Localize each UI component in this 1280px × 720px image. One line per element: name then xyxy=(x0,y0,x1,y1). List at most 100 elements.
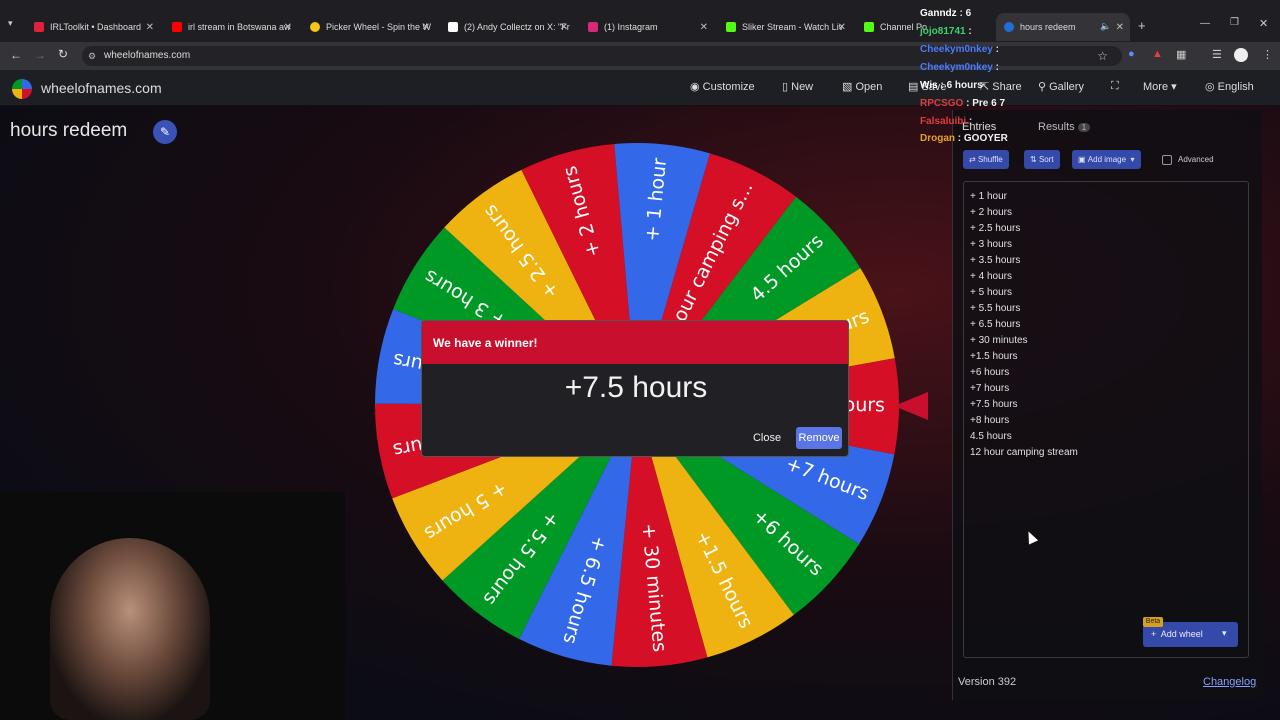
advanced-checkbox[interactable] xyxy=(1162,155,1172,165)
edit-title-button[interactable]: ✎ xyxy=(153,120,177,144)
chat-message: Cheekym0nkey : xyxy=(920,62,999,73)
results-count-badge: 1 xyxy=(1077,123,1091,132)
entry-line: + 6.5 hours xyxy=(970,319,1021,330)
tab-favicon-icon xyxy=(310,22,320,32)
close-tab-icon[interactable]: ✕ xyxy=(422,22,430,33)
chat-message: Drogan : GOOYER xyxy=(920,133,1008,144)
beta-badge: Beta xyxy=(1143,617,1163,627)
close-tab-icon[interactable]: ✕ xyxy=(838,22,846,33)
webcam-overlay xyxy=(0,492,345,720)
globe-icon: ◎ xyxy=(1205,81,1215,93)
winner-text: +7.5 hours xyxy=(564,371,708,404)
tab-favicon-icon xyxy=(588,22,598,32)
save-icon: ▤ xyxy=(908,81,919,93)
close-window-icon[interactable]: ✕ xyxy=(1259,17,1268,30)
tab-instagram[interactable]: (1) Instagram ✕ xyxy=(580,13,714,41)
streamer-video xyxy=(50,538,210,720)
tab-results[interactable]: Results 1 xyxy=(1038,121,1091,133)
page-title[interactable]: hours redeem xyxy=(10,120,127,142)
shuffle-button[interactable]: ⇄ Shuffle xyxy=(963,150,1009,169)
wheel-pointer-icon xyxy=(894,392,928,420)
search-icon: ⚲ xyxy=(1038,81,1047,93)
share-button[interactable]: ⇱ Share xyxy=(980,80,1022,93)
chat-separator: : xyxy=(965,26,972,37)
new-button[interactable]: ▯ New xyxy=(782,80,813,93)
version-label: Version 392 xyxy=(958,676,1017,688)
tab-youtube[interactable]: irl stream in Botswana aw ✕ xyxy=(164,13,298,41)
dialog-header: We have a winner! xyxy=(422,321,848,364)
plus-icon: + xyxy=(1151,629,1157,639)
close-tab-icon[interactable]: ✕ xyxy=(700,22,708,33)
chat-separator: : xyxy=(955,133,964,144)
gallery-button[interactable]: ⚲ Gallery xyxy=(1038,80,1084,93)
close-button[interactable]: Close xyxy=(747,427,787,449)
chat-separator: : xyxy=(992,44,999,55)
close-tab-icon[interactable]: ✕ xyxy=(146,22,154,33)
new-tab-icon[interactable]: + xyxy=(1138,18,1146,33)
minimize-icon[interactable]: — xyxy=(1200,18,1210,29)
back-icon[interactable]: ← xyxy=(10,48,22,62)
maximize-icon[interactable]: ❐ xyxy=(1230,17,1239,28)
bookmark-star-icon[interactable]: ☆ xyxy=(1097,46,1108,66)
close-tab-icon[interactable]: ✕ xyxy=(560,22,568,33)
chevron-down-icon: ▾ xyxy=(1130,155,1135,164)
entry-line: + 5 hours xyxy=(970,287,1012,298)
media-controls-icon[interactable]: ☰ xyxy=(1212,48,1222,61)
extension-icon[interactable]: ▲ xyxy=(1152,48,1163,60)
tab-kick[interactable]: Sliker Stream - Watch Liv ✕ xyxy=(718,13,852,41)
site-logo-text[interactable]: wheelofnames.com xyxy=(41,80,162,96)
chevron-down-icon: ▾ xyxy=(1171,81,1177,93)
chat-message: jojo81741 : xyxy=(920,26,972,37)
chat-message: Ganndz : 6 xyxy=(920,8,972,19)
file-icon: ▯ xyxy=(782,81,789,93)
pencil-icon: ✎ xyxy=(159,125,171,139)
reload-icon[interactable]: ↻ xyxy=(58,47,68,61)
changelog-link[interactable]: Changelog xyxy=(1203,676,1256,688)
forward-icon[interactable]: → xyxy=(34,48,46,62)
sort-icon: ⇅ xyxy=(1030,155,1037,164)
entry-line: + 30 minutes xyxy=(970,335,1028,346)
chat-message: RPCSGO : Pre 6 7 xyxy=(920,98,1006,109)
customize-button[interactable]: ◉ Customize xyxy=(690,80,755,93)
shuffle-icon: ⇄ xyxy=(969,155,976,164)
extension-icon[interactable]: ● xyxy=(1128,48,1135,60)
tab-hours-redeem[interactable]: hours redeem 🔈 ✕ xyxy=(996,13,1130,41)
image-icon: ▣ xyxy=(1078,155,1086,164)
fullscreen-icon: ⛶ xyxy=(1111,80,1119,92)
entry-line: + 3.5 hours xyxy=(970,255,1021,266)
tab-irltoolkit[interactable]: IRLToolkit • Dashboard ✕ xyxy=(26,13,160,41)
entry-line: +6 hours xyxy=(970,367,1010,378)
entry-line: + 5.5 hours xyxy=(970,303,1021,314)
fullscreen-button[interactable]: ⛶ xyxy=(1111,80,1119,93)
tab-favicon-icon xyxy=(1004,22,1014,32)
close-tab-icon[interactable]: ✕ xyxy=(1116,22,1124,33)
profile-avatar[interactable] xyxy=(1234,48,1248,62)
more-menu[interactable]: More ▾ xyxy=(1143,80,1177,93)
tab-favicon-icon xyxy=(448,22,458,32)
entry-line: + 2.5 hours xyxy=(970,223,1021,234)
advanced-label: Advanced xyxy=(1178,155,1214,164)
chat-separator: : xyxy=(966,116,973,127)
add-wheel-dropdown-icon[interactable]: ▾ xyxy=(1222,628,1227,639)
open-button[interactable]: ▧ Open xyxy=(842,80,882,93)
extensions-puzzle-icon[interactable]: ▦ xyxy=(1176,48,1186,61)
add-image-button[interactable]: ▣ Add image ▾ xyxy=(1072,150,1141,169)
browser-menu-icon[interactable]: ⋮ xyxy=(1262,48,1273,61)
tab-picker-wheel[interactable]: Picker Wheel - Spin the W ✕ xyxy=(302,13,436,41)
palette-icon: ◉ xyxy=(690,81,700,93)
chat-separator: : xyxy=(992,62,999,73)
tab-list-chevron-icon[interactable]: ▾ xyxy=(8,18,13,29)
language-selector[interactable]: ◎ English xyxy=(1205,80,1254,93)
close-tab-icon[interactable]: ✕ xyxy=(284,22,292,33)
chat-message: Wis : 6 hours xyxy=(920,80,983,91)
speaker-icon[interactable]: 🔈 xyxy=(1100,21,1111,32)
sort-button[interactable]: ⇅ Sort xyxy=(1024,150,1060,169)
wheel-logo-icon xyxy=(12,79,32,99)
chat-separator: : xyxy=(963,98,973,109)
chat-message: Falsaluibi : xyxy=(920,116,973,127)
entry-line: +7 hours xyxy=(970,383,1010,394)
tab-x[interactable]: (2) Andy Collectz on X: "Fr ✕ xyxy=(440,13,574,41)
tab-favicon-icon xyxy=(172,22,182,32)
site-info-icon[interactable]: ⚙ xyxy=(88,46,96,66)
remove-button[interactable]: Remove xyxy=(796,427,842,449)
